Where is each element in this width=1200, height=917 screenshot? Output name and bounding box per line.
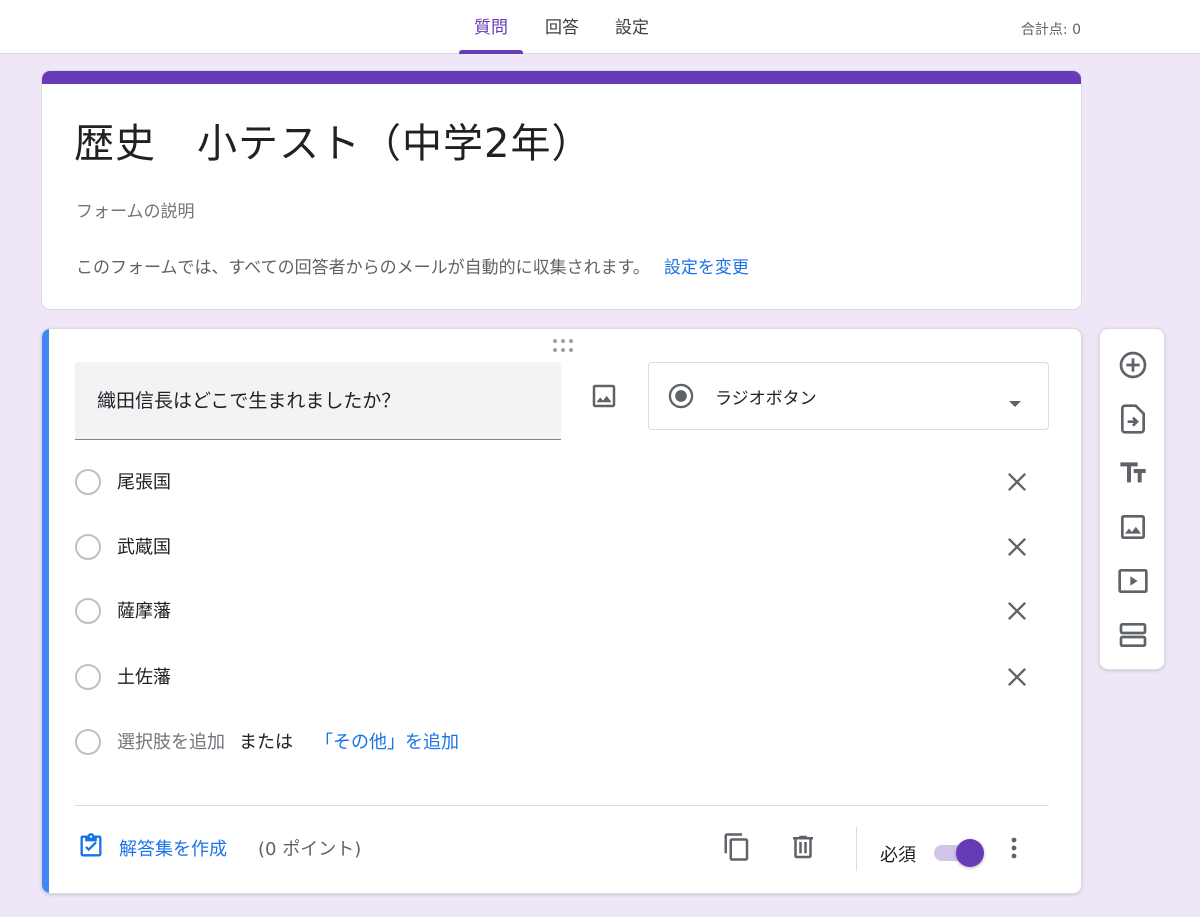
footer-vertical-divider (856, 827, 857, 871)
remove-option-icon[interactable] (1003, 663, 1031, 691)
import-questions-icon[interactable] (1117, 403, 1149, 435)
question-title-text: 織田信長はどこで生まれましたか？ (97, 390, 401, 412)
remove-option-icon[interactable] (1003, 597, 1031, 625)
side-toolbar (1099, 328, 1165, 670)
active-tab-indicator (459, 50, 523, 54)
answer-key-label: 解答集を作成 (119, 839, 227, 860)
question-type-dropdown[interactable]: ラジオボタン (648, 362, 1049, 430)
option-label[interactable]: 土佐藩 (117, 663, 171, 689)
required-toggle[interactable] (934, 837, 986, 867)
header-accent-bar (42, 71, 1081, 84)
tab-settings[interactable]: 設定 (604, 0, 660, 54)
tab-questions[interactable]: 質問 (459, 0, 523, 54)
option-row: 薩摩藩 (75, 595, 1035, 625)
remove-option-icon[interactable] (1003, 468, 1031, 496)
form-description-field[interactable]: フォームの説明 (76, 197, 195, 222)
option-row: 尾張国 (75, 466, 1035, 496)
radio-button-icon (667, 382, 695, 414)
add-image-icon[interactable] (1117, 511, 1149, 543)
duplicate-icon[interactable] (722, 831, 752, 863)
add-option-button[interactable]: 選択肢を追加 (117, 728, 225, 754)
question-title-input[interactable]: 織田信長はどこで生まれましたか？ (75, 362, 561, 440)
radio-circle-icon (75, 598, 101, 624)
answer-key-icon (77, 831, 105, 865)
toggle-thumb (956, 839, 984, 867)
top-bar: 質問 回答 設定 合計点: 0 (0, 0, 1200, 54)
drag-handle-icon[interactable] (551, 339, 575, 353)
add-question-icon[interactable] (1117, 349, 1149, 381)
tab-responses[interactable]: 回答 (534, 0, 590, 54)
delete-icon[interactable] (788, 831, 818, 863)
remove-option-icon[interactable] (1003, 533, 1031, 561)
add-title-icon[interactable] (1117, 457, 1149, 489)
add-section-icon[interactable] (1117, 619, 1149, 651)
email-notice-text: このフォームでは、すべての回答者からのメールが自動的に収集されます。 (76, 258, 650, 278)
required-label: 必須 (880, 845, 916, 866)
radio-circle-icon (75, 664, 101, 690)
option-row: 土佐藩 (75, 661, 1035, 691)
add-video-icon[interactable] (1117, 565, 1149, 597)
form-header-card: 歴史 小テスト（中学2年） フォームの説明 このフォームでは、すべての回答者から… (41, 70, 1082, 310)
radio-circle-icon (75, 534, 101, 560)
option-label[interactable]: 尾張国 (117, 468, 171, 494)
points-label: (0 ポイント) (258, 839, 362, 860)
question-card[interactable]: 織田信長はどこで生まれましたか？ ラジオボタン 尾張国 武蔵国 薩摩藩 土佐藩 … (41, 328, 1082, 894)
email-collection-notice: このフォームでは、すべての回答者からのメールが自動的に収集されます。 設定を変更 (76, 253, 749, 278)
form-title[interactable]: 歴史 小テスト（中学2年） (74, 111, 592, 169)
total-points: 合計点: 0 (1020, 22, 1081, 38)
question-type-label: ラジオボタン (715, 389, 817, 409)
footer-divider (75, 805, 1049, 806)
or-text: または (239, 732, 293, 753)
option-label[interactable]: 武蔵国 (117, 533, 171, 559)
more-options-icon[interactable] (1004, 833, 1024, 863)
chevron-down-icon (1008, 393, 1022, 412)
option-label[interactable]: 薩摩藩 (117, 597, 171, 623)
add-other-button[interactable]: 「その他」を追加 (315, 728, 459, 754)
add-option-row: 選択肢を追加 または 「その他」を追加 (75, 726, 775, 756)
add-image-icon[interactable] (589, 381, 619, 411)
question-focus-bar (42, 329, 49, 893)
change-settings-link[interactable]: 設定を変更 (664, 258, 749, 278)
radio-circle-icon (75, 469, 101, 495)
radio-circle-icon (75, 729, 101, 755)
option-row: 武蔵国 (75, 531, 1035, 561)
